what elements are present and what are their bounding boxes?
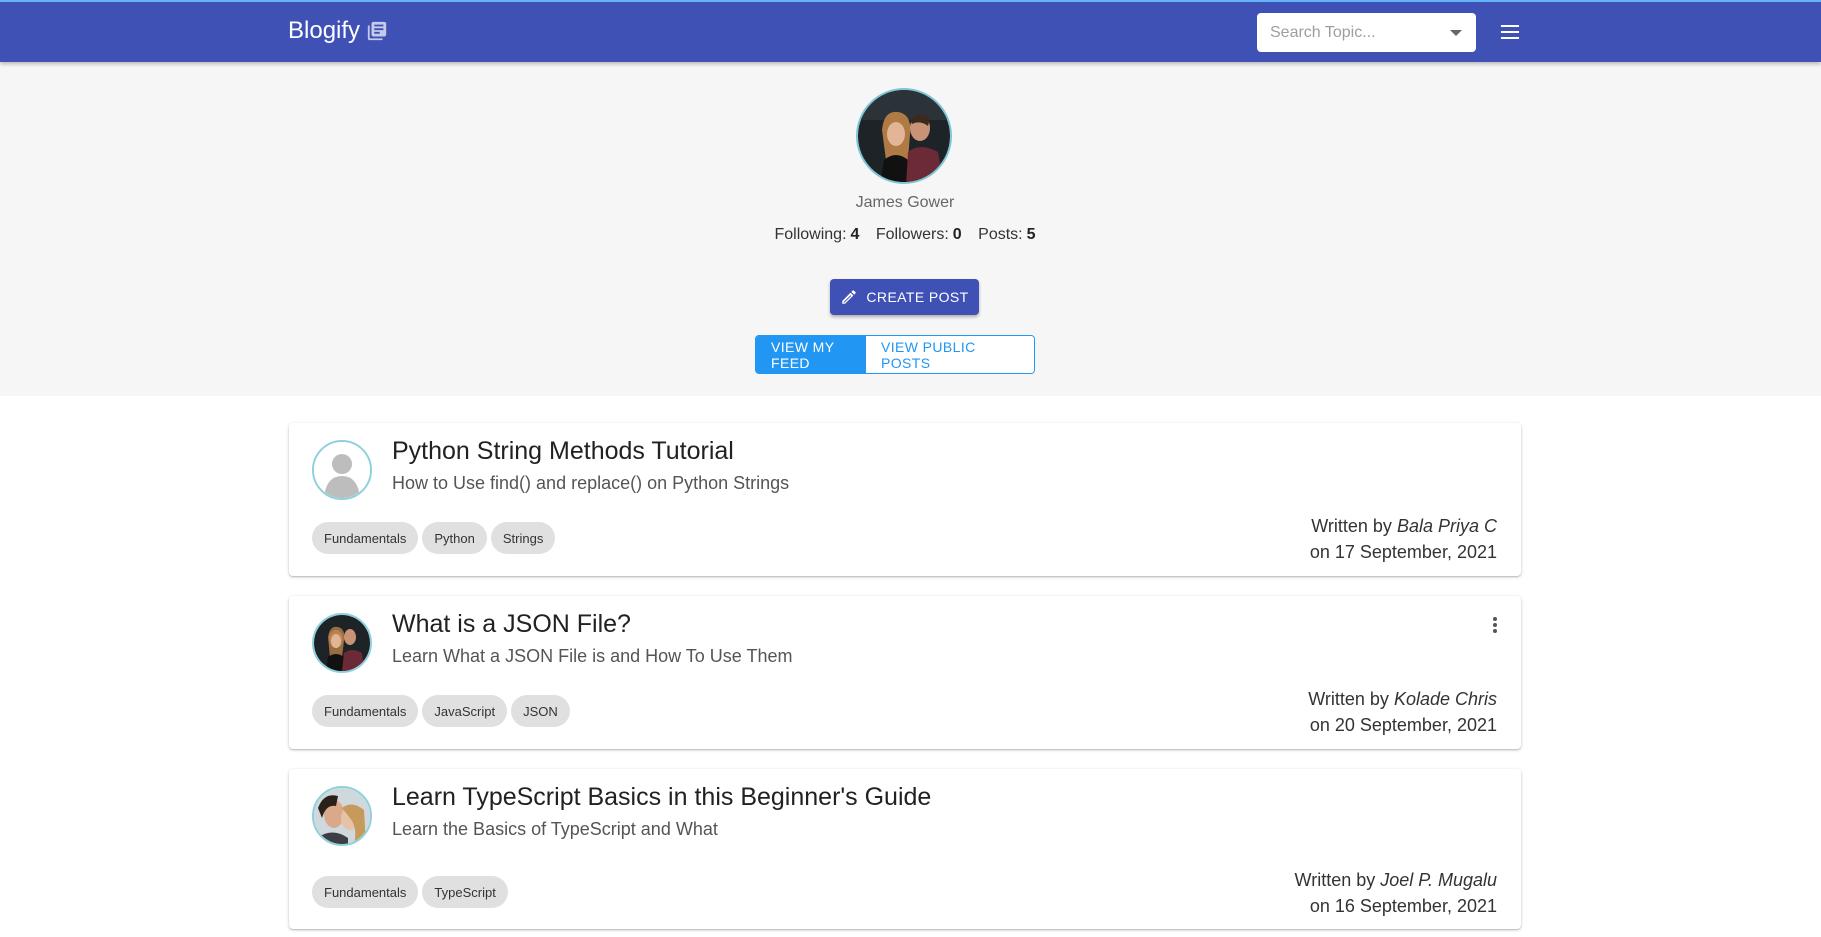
post-meta: Written by Bala Priya C on 17 September,… — [1310, 513, 1497, 565]
post-meta: Written by Joel P. Mugalu on 16 Septembe… — [1295, 867, 1497, 919]
post-meta: Written by Kolade Chris on 20 September,… — [1308, 686, 1497, 738]
post-title[interactable]: Python String Methods Tutorial — [392, 437, 734, 466]
written-by-label: Written by — [1311, 516, 1392, 536]
written-by-label: Written by — [1308, 689, 1389, 709]
post-card[interactable]: What is a JSON File? Learn What a JSON F… — [289, 596, 1521, 749]
post-title[interactable]: Learn TypeScript Basics in this Beginner… — [392, 783, 931, 812]
written-by-label: Written by — [1294, 870, 1376, 890]
author-name[interactable]: Joel P. Mugalu — [1380, 870, 1497, 890]
stat-followers: Followers: 0 — [875, 226, 962, 243]
post-tags: Fundamentals Python Strings — [312, 522, 556, 554]
app-bar: Blogify — [0, 0, 1821, 62]
newspaper-icon — [366, 20, 388, 42]
tag-chip[interactable]: JSON — [511, 695, 570, 727]
author-avatar — [312, 440, 372, 500]
more-options-icon[interactable] — [1491, 615, 1499, 635]
view-my-feed-button[interactable]: VIEW MY FEED — [756, 336, 866, 373]
post-card[interactable]: Learn TypeScript Basics in this Beginner… — [289, 769, 1521, 929]
brand-name[interactable]: Blogify — [288, 17, 360, 45]
profile-name: James Gower — [855, 194, 955, 211]
post-date: on 16 September, 2021 — [1309, 896, 1497, 916]
hamburger-menu-icon[interactable] — [1498, 21, 1522, 45]
post-date: on 20 September, 2021 — [1309, 715, 1497, 735]
post-title[interactable]: What is a JSON File? — [392, 610, 631, 639]
tag-chip[interactable]: Strings — [490, 522, 556, 554]
post-tags: Fundamentals TypeScript — [312, 876, 508, 908]
tag-chip[interactable]: TypeScript — [422, 876, 508, 908]
post-subtitle: How to Use find() and replace() on Pytho… — [392, 473, 790, 493]
feed-toggle: VIEW MY FEED VIEW PUBLIC POSTS — [755, 335, 1035, 374]
profile-header: James Gower Following: 4 Followers: 0 Post… — [0, 62, 1821, 396]
author-name[interactable]: Kolade Chris — [1394, 689, 1497, 709]
post-card[interactable]: Python String Methods Tutorial How to Us… — [289, 423, 1521, 576]
create-post-button[interactable]: CREATE POST — [830, 279, 979, 315]
author-avatar — [312, 786, 372, 846]
tag-chip[interactable]: Fundamentals — [312, 522, 419, 554]
post-subtitle: Learn the Basics of TypeScript and What — [392, 819, 718, 839]
author-avatar — [312, 613, 372, 673]
tag-chip[interactable]: Python — [422, 522, 487, 554]
post-tags: Fundamentals JavaScript JSON — [312, 695, 570, 727]
author-name[interactable]: Bala Priya C — [1397, 516, 1497, 536]
post-subtitle: Learn What a JSON File is and How To Use… — [392, 646, 793, 666]
search-topic-select[interactable] — [1257, 13, 1476, 52]
profile-avatar — [856, 88, 952, 184]
tag-chip[interactable]: Fundamentals — [312, 695, 419, 727]
post-date: on 17 September, 2021 — [1309, 542, 1497, 562]
profile-stats: Following: 4 Followers: 0 Posts: 5 — [0, 226, 1810, 244]
view-public-posts-button[interactable]: VIEW PUBLIC POSTS — [866, 336, 1034, 373]
stat-posts: Posts: 5 — [978, 226, 1036, 243]
dropdown-arrow-icon[interactable] — [1450, 30, 1462, 36]
stat-following: Following: 4 — [774, 226, 860, 243]
search-input[interactable] — [1268, 22, 1442, 43]
tag-chip[interactable]: Fundamentals — [312, 876, 419, 908]
pencil-icon — [842, 290, 857, 304]
brand[interactable]: Blogify — [288, 17, 388, 45]
tag-chip[interactable]: JavaScript — [422, 695, 508, 727]
create-post-label: CREATE POST — [866, 289, 969, 305]
